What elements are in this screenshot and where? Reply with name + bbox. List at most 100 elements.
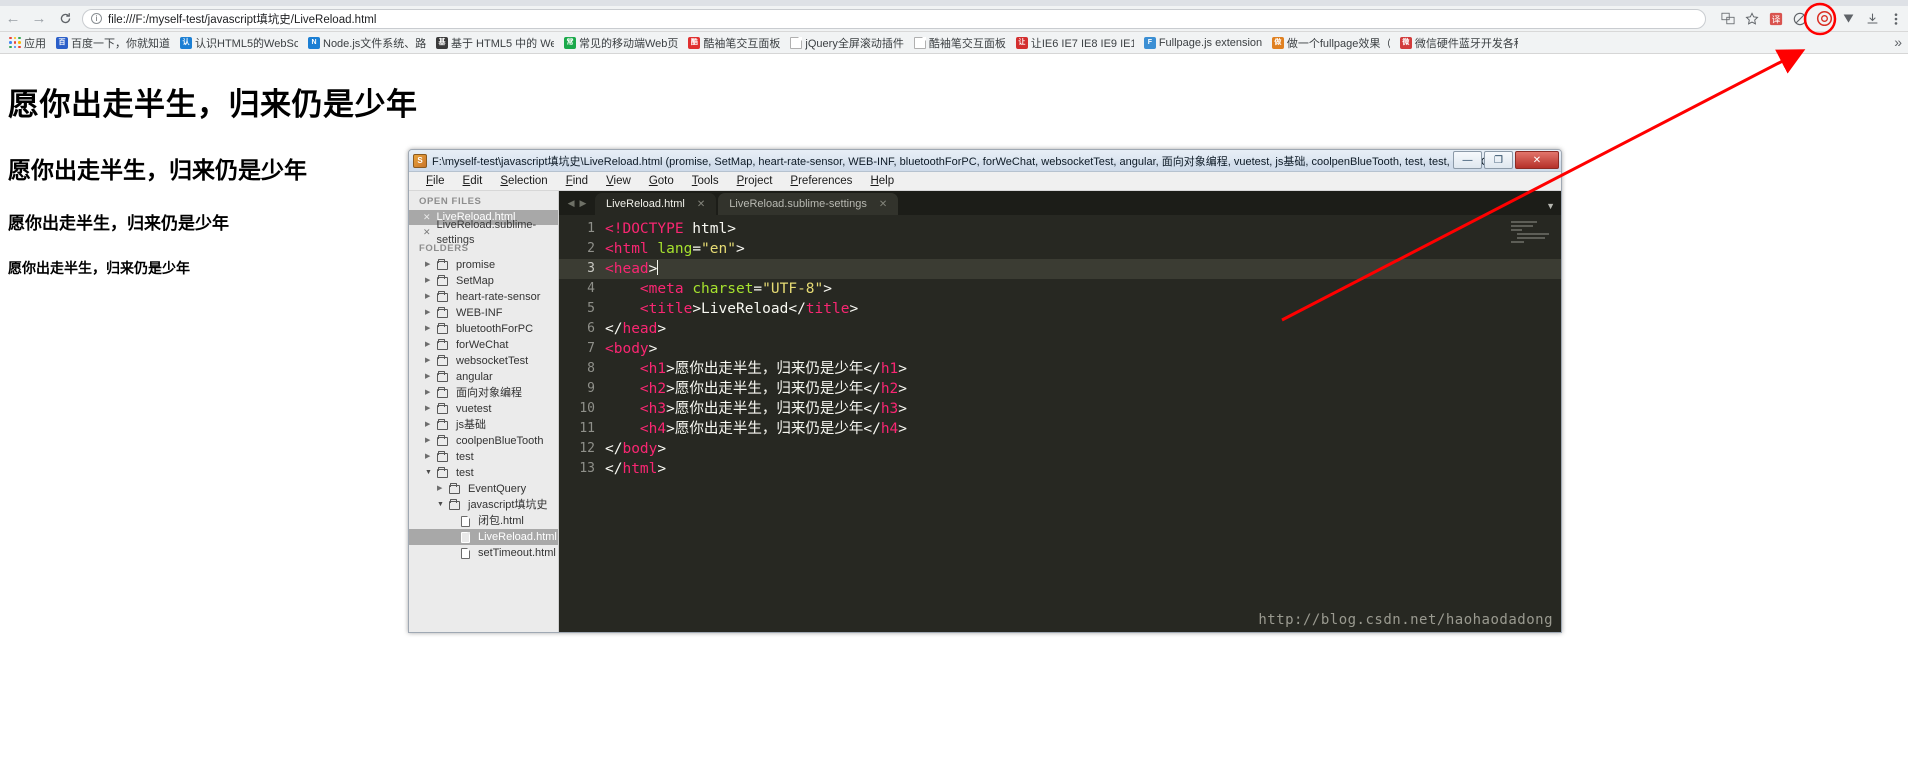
tab-close-icon[interactable]: ✕ [697, 199, 705, 210]
bookmark-item[interactable]: 做做一个fullpage效果（ [1267, 33, 1395, 53]
code-editor-content[interactable]: 1 <!DOCTYPE html> 2 <html lang="en"> 3 <head>… [559, 215, 1561, 632]
code-line[interactable]: 4 <meta charset="UTF-8"> [559, 279, 1561, 299]
tree-file-item[interactable]: LiveReload.html [409, 529, 558, 545]
open-file-item[interactable]: ✕ LiveReload.sublime-settings [409, 219, 558, 246]
extension-youdao-button[interactable]: 译 [1764, 7, 1788, 31]
minimize-button[interactable]: — [1453, 151, 1482, 169]
bookmark-item[interactable]: F Fullpage.js extension [1139, 33, 1267, 53]
tab-nav-arrows[interactable]: ◀ ▶ [559, 191, 595, 215]
chevron-right-icon[interactable]: ▶ [425, 401, 433, 417]
tree-folder-item[interactable]: ▶ forWeChat [409, 337, 558, 353]
bookmark-item[interactable]: 酷袖笔交互面板 [909, 33, 1011, 53]
bookmark-item[interactable]: jQuery全屏滚动插件 [785, 33, 908, 53]
code-line[interactable]: 10 <h3>愿你出走半生，归来仍是少年</h3> [559, 399, 1561, 419]
chevron-right-icon[interactable]: ▶ [425, 449, 433, 465]
translate-button[interactable] [1716, 7, 1740, 31]
tree-folder-item[interactable]: ▶ heart-rate-sensor [409, 289, 558, 305]
chevron-down-icon[interactable]: ▼ [437, 497, 445, 513]
bookmark-item[interactable]: 微微信硬件蓝牙开发各种 [1395, 33, 1523, 53]
chevron-right-icon[interactable]: ▶ [425, 289, 433, 305]
code-line[interactable]: 1 <!DOCTYPE html> [559, 219, 1561, 239]
chevron-right-icon[interactable]: ▶ [437, 481, 445, 497]
reload-button[interactable] [52, 6, 78, 32]
tab-close-icon[interactable]: ✕ [879, 199, 887, 210]
code-line[interactable]: 11 <h4>愿你出走半生，归来仍是少年</h4> [559, 419, 1561, 439]
tree-folder-item[interactable]: ▶ promise [409, 257, 558, 273]
forward-button[interactable]: → [26, 6, 52, 32]
bookmarks-overflow-button[interactable]: » [1894, 34, 1902, 50]
menu-item-selection[interactable]: Selection [491, 172, 556, 191]
livereload-extension-button[interactable] [1812, 7, 1836, 31]
bookmark-item[interactable]: 常常见的移动端Web页 [559, 33, 683, 53]
bookmark-item[interactable]: 百百度一下，你就知道 [51, 33, 175, 53]
code-line[interactable]: 2 <html lang="en"> [559, 239, 1561, 259]
tree-folder-item[interactable]: ▶ test [409, 449, 558, 465]
menu-item-find[interactable]: Find [557, 172, 597, 191]
back-button[interactable]: ← [0, 6, 26, 32]
bookmark-item[interactable]: 应用 [4, 33, 51, 53]
chevron-right-icon[interactable]: ▶ [425, 385, 433, 401]
menu-item-view[interactable]: View [597, 172, 640, 191]
lastpass-button[interactable] [1836, 7, 1860, 31]
bookmark-star-button[interactable] [1740, 7, 1764, 31]
tree-folder-item[interactable]: ▶ vuetest [409, 401, 558, 417]
chevron-right-icon[interactable]: ▶ [425, 417, 433, 433]
chevron-right-icon[interactable]: ▶ [425, 257, 433, 273]
chevron-right-icon[interactable]: ▶ [425, 433, 433, 449]
menu-item-edit[interactable]: Edit [454, 172, 492, 191]
chevron-right-icon[interactable]: ▶ [425, 273, 433, 289]
code-line[interactable]: 7 <body> [559, 339, 1561, 359]
code-line[interactable]: 13 </html> [559, 459, 1561, 479]
tree-folder-item[interactable]: ▶ websocketTest [409, 353, 558, 369]
editor-tab[interactable]: LiveReload.sublime-settings ✕ [718, 193, 899, 215]
chevron-right-icon[interactable]: ▶ [425, 321, 433, 337]
tab-list-dropdown-icon[interactable]: ▼ [1546, 201, 1555, 211]
tab-next-icon[interactable]: ▶ [580, 198, 587, 209]
code-line[interactable]: 12 </body> [559, 439, 1561, 459]
code-line[interactable]: 5 <title>LiveReload</title> [559, 299, 1561, 319]
maximize-button[interactable]: ❐ [1484, 151, 1513, 169]
adblock-button[interactable] [1788, 7, 1812, 31]
close-file-icon[interactable]: ✕ [423, 225, 431, 240]
address-bar[interactable]: i file:///F:/myself-test/javascript填坑史/L… [82, 8, 1706, 29]
tree-folder-item[interactable]: ▶ angular [409, 369, 558, 385]
tree-folder-item[interactable]: ▶ SetMap [409, 273, 558, 289]
bookmark-item[interactable]: 让让IE6 IE7 IE8 IE9 IE1 [1011, 33, 1139, 53]
chevron-right-icon[interactable]: ▶ [425, 369, 433, 385]
bookmark-item[interactable]: 认认识HTML5的WebSc [175, 33, 303, 53]
code-line[interactable]: 8 <h1>愿你出走半生，归来仍是少年</h1> [559, 359, 1561, 379]
menu-item-file[interactable]: File [417, 172, 454, 191]
chevron-down-icon[interactable]: ▼ [425, 465, 433, 481]
close-button[interactable]: ✕ [1515, 151, 1559, 169]
editor-tab[interactable]: LiveReload.html ✕ [595, 193, 717, 215]
site-info-icon[interactable]: i [91, 13, 102, 24]
download-button[interactable] [1860, 7, 1884, 31]
tree-folder-item[interactable]: ▼ test [409, 465, 558, 481]
chrome-menu-button[interactable] [1884, 7, 1908, 31]
sublime-title-bar[interactable]: S F:\myself-test\javascript填坑史\LiveReloa… [409, 150, 1561, 172]
editor-minimap[interactable] [1511, 221, 1555, 251]
tab-prev-icon[interactable]: ◀ [568, 198, 575, 209]
tree-folder-item[interactable]: ▶ js基础 [409, 417, 558, 433]
tree-file-item[interactable]: setTimeout.html [409, 545, 558, 561]
bookmark-item[interactable]: 基基于 HTML5 中的 We [431, 33, 559, 53]
menu-item-goto[interactable]: Goto [640, 172, 683, 191]
tree-folder-item[interactable]: ▶ coolpenBlueTooth [409, 433, 558, 449]
menu-item-project[interactable]: Project [728, 172, 782, 191]
tree-folder-item[interactable]: ▶ bluetoothForPC [409, 321, 558, 337]
bookmark-item[interactable]: N Node.js文件系统、路 [303, 33, 431, 53]
chevron-right-icon[interactable]: ▶ [425, 353, 433, 369]
bookmark-item[interactable]: 酷酷袖笔交互面板 [683, 33, 785, 53]
code-line[interactable]: 6 </head> [559, 319, 1561, 339]
menu-item-help[interactable]: Help [861, 172, 903, 191]
menu-item-preferences[interactable]: Preferences [781, 172, 861, 191]
tree-file-item[interactable]: 闭包.html [409, 513, 558, 529]
code-line[interactable]: 9 <h2>愿你出走半生，归来仍是少年</h2> [559, 379, 1561, 399]
tree-folder-item[interactable]: ▶ 面向对象编程 [409, 385, 558, 401]
menu-item-tools[interactable]: Tools [683, 172, 728, 191]
close-file-icon[interactable]: ✕ [423, 210, 431, 225]
chevron-right-icon[interactable]: ▶ [425, 305, 433, 321]
tree-folder-item[interactable]: ▼ javascript填坑史 [409, 497, 558, 513]
chevron-right-icon[interactable]: ▶ [425, 337, 433, 353]
code-line[interactable]: 3 <head> [559, 259, 1561, 279]
